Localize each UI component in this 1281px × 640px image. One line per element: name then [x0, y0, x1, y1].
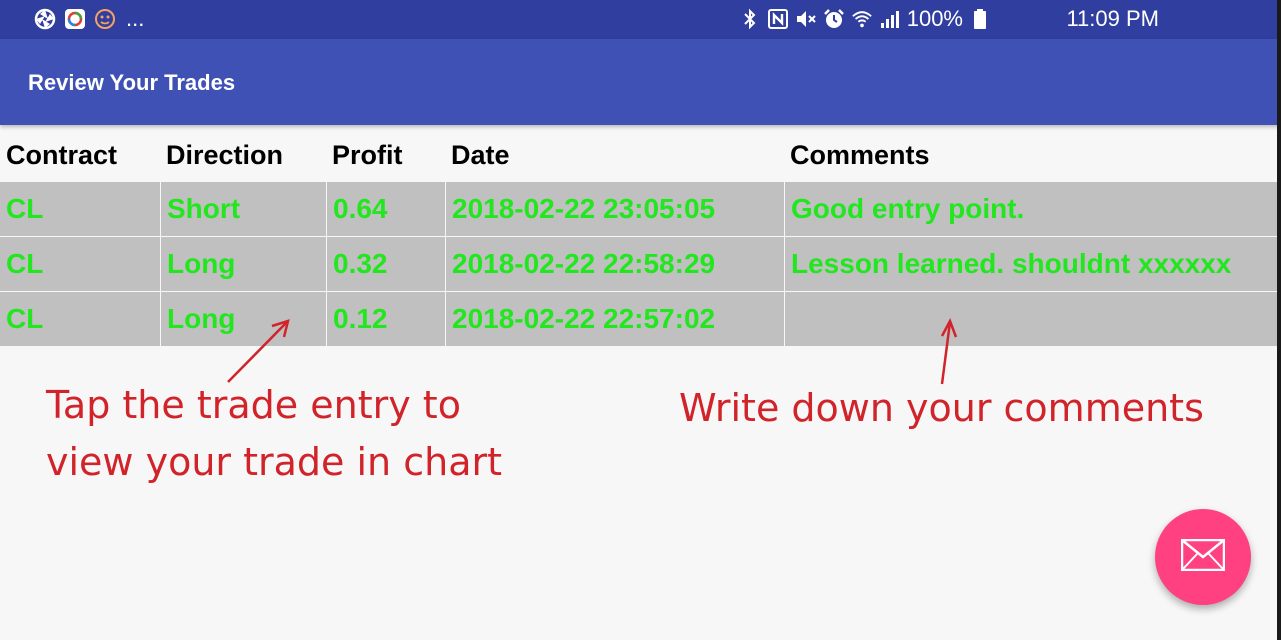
screen-edge [1277, 0, 1281, 640]
annotation-comments: Write down your comments [679, 386, 1204, 430]
annotation-tap-line2: view your trade in chart [46, 440, 502, 484]
arrow-to-comments [940, 317, 958, 385]
annotation-arrows [227, 317, 958, 385]
annotation-tap-line1: Tap the trade entry to [46, 383, 461, 427]
arrow-to-trade-entry [227, 319, 290, 383]
mail-icon [1180, 538, 1226, 576]
email-fab-button[interactable] [1155, 509, 1251, 605]
